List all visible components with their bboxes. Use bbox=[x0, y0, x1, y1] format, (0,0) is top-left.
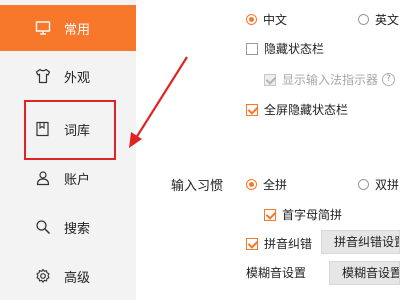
search-icon bbox=[34, 218, 52, 236]
sidebar-item-label: 外观 bbox=[64, 70, 91, 86]
hide-status-bar-checkbox[interactable]: 隐藏状态栏 bbox=[246, 40, 324, 57]
checkbox-icon bbox=[246, 42, 258, 55]
sidebar-item-label: 搜索 bbox=[64, 221, 91, 237]
language-option-chinese[interactable]: 中文 bbox=[246, 11, 287, 28]
fullscreen-hide-status-bar-checkbox[interactable]: 全屏隐藏状态栏 bbox=[246, 101, 348, 118]
checkbox-checked-icon bbox=[264, 73, 276, 86]
input-habit-label: 输入习惯 bbox=[171, 179, 224, 194]
radio-icon bbox=[358, 14, 369, 25]
user-icon bbox=[34, 169, 52, 187]
checkbox-checked-icon bbox=[246, 237, 258, 250]
pinyin-correction-settings-button[interactable]: 拼音纠错设置 bbox=[321, 230, 400, 254]
option-label: 双拼 bbox=[375, 178, 400, 192]
language-option-english[interactable]: 英文 bbox=[358, 11, 399, 28]
checkbox-label: 全屏隐藏状态栏 bbox=[264, 103, 349, 117]
show-indicator-checkbox[interactable]: 显示输入法指示器 ? bbox=[264, 71, 396, 88]
help-icon[interactable]: ? bbox=[382, 73, 396, 86]
sidebar-item-label: 常用 bbox=[64, 22, 91, 38]
checkbox-label: 首字母简拼 bbox=[282, 208, 343, 222]
sidebar-item-common[interactable]: 常用 bbox=[0, 5, 136, 51]
radio-selected-icon bbox=[246, 14, 257, 25]
pinyin-correction-checkbox[interactable]: 拼音纠错 bbox=[246, 235, 312, 252]
sidebar-item-search[interactable]: 搜索 bbox=[0, 204, 136, 250]
option-label: 中文 bbox=[263, 13, 288, 27]
highlight-box bbox=[24, 100, 116, 160]
gear-icon bbox=[34, 267, 52, 285]
fuzzy-sound-label: 模糊音设置 bbox=[246, 266, 307, 280]
radio-selected-icon bbox=[246, 179, 257, 190]
sidebar-item-advanced[interactable]: 高级 bbox=[0, 253, 136, 299]
checkbox-label: 拼音纠错 bbox=[264, 237, 313, 251]
sidebar-item-appearance[interactable]: 外观 bbox=[0, 53, 136, 99]
checkbox-label: 显示输入法指示器 bbox=[282, 73, 379, 87]
checkbox-checked-icon bbox=[264, 208, 276, 221]
input-option-double-pinyin[interactable]: 双拼 bbox=[358, 176, 399, 193]
monitor-icon bbox=[34, 19, 52, 37]
shirt-icon bbox=[34, 67, 52, 85]
option-label: 全拼 bbox=[263, 178, 288, 192]
checkbox-label: 隐藏状态栏 bbox=[264, 42, 325, 56]
sidebar-item-label: 高级 bbox=[64, 270, 91, 286]
option-label: 英文 bbox=[375, 13, 400, 27]
sidebar-item-label: 账户 bbox=[64, 172, 91, 188]
fuzzy-sound-settings-button[interactable]: 模糊音设置 bbox=[329, 261, 400, 285]
radio-icon bbox=[358, 179, 369, 190]
checkbox-checked-icon bbox=[246, 103, 258, 116]
input-option-full-pinyin[interactable]: 全拼 bbox=[246, 176, 287, 193]
initial-abbr-checkbox[interactable]: 首字母简拼 bbox=[264, 206, 342, 223]
sidebar-item-account[interactable]: 账户 bbox=[0, 155, 136, 201]
